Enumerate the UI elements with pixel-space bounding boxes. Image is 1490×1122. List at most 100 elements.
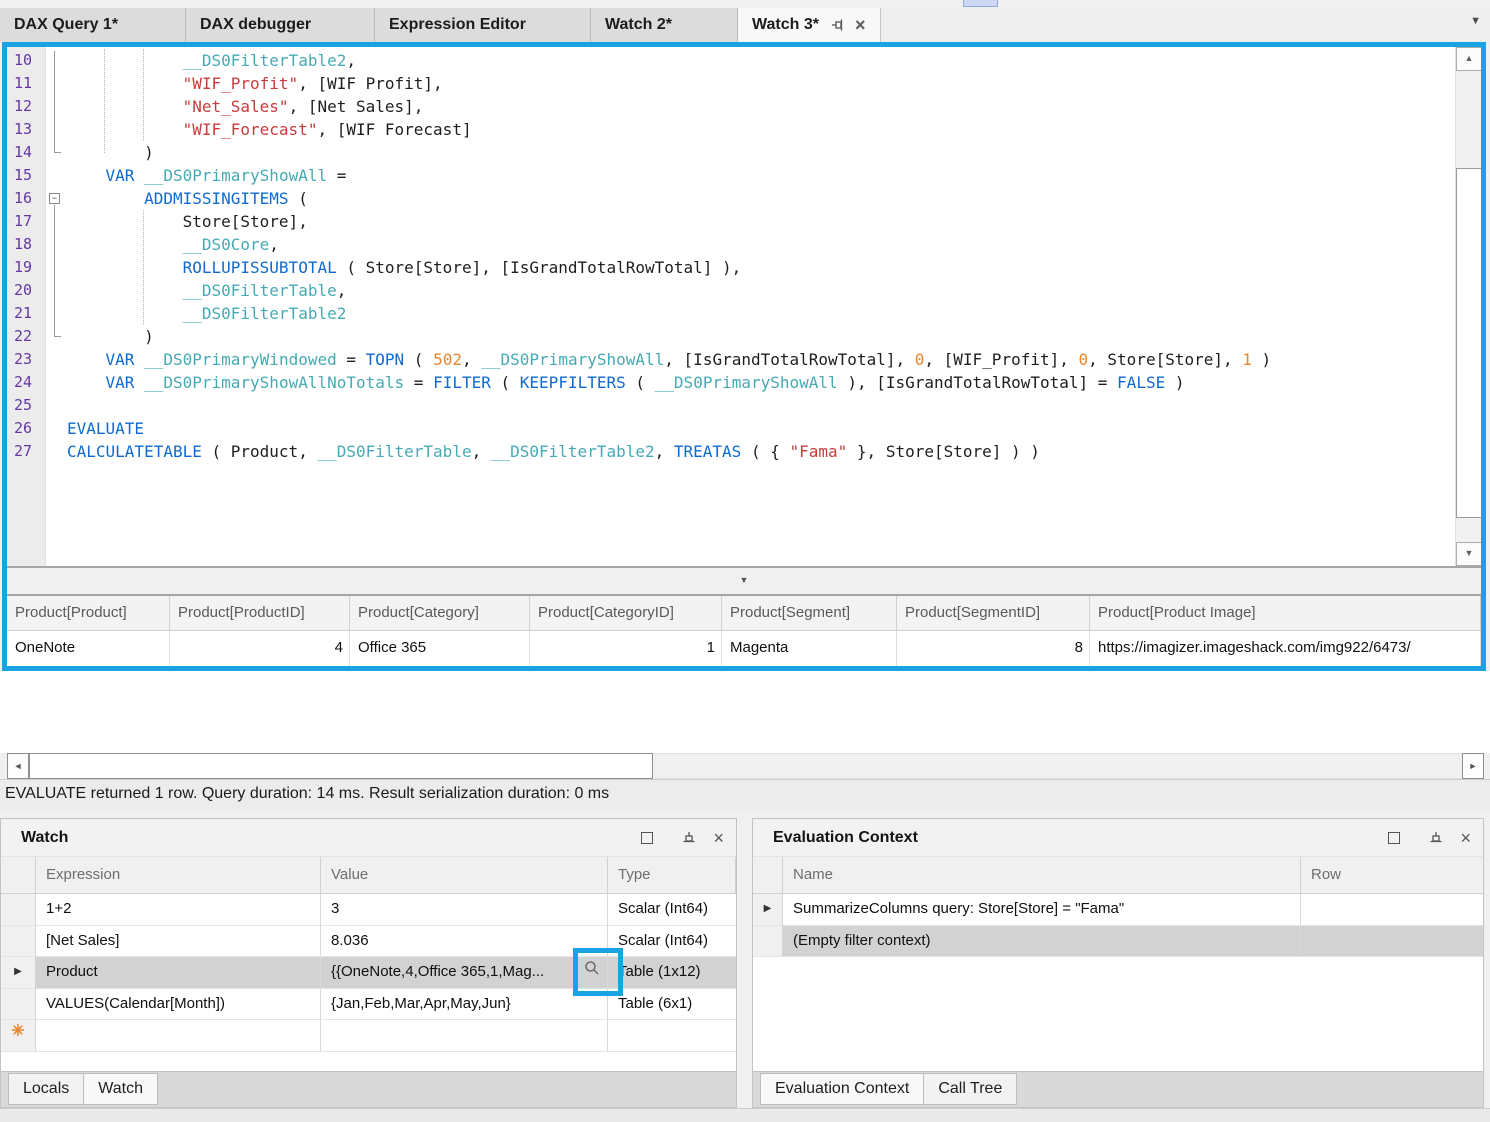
line-number: 17 [7, 210, 45, 233]
tab-list-dropdown-icon[interactable]: ▼ [1470, 15, 1481, 27]
close-icon[interactable]: × [713, 828, 724, 849]
code-text: ADDMISSINGITEMS ( [63, 187, 308, 210]
evaluation-context-row[interactable]: (Empty filter context) [753, 926, 1483, 958]
evaluation-context-panel: Evaluation Context × NameRow ▶SummarizeC… [752, 818, 1484, 1108]
close-icon[interactable]: × [1460, 828, 1471, 849]
new-watch-row-gutter [1, 1020, 36, 1052]
watch-row[interactable]: VALUES(Calendar[Month]){Jan,Feb,Mar,Apr,… [1, 989, 736, 1021]
code-line: 23 VAR __DS0PrimaryWindowed = TOPN ( 502… [7, 348, 1481, 371]
dax-code-editor[interactable]: 10 __DS0FilterTable2,11 "WIF_Profit", [W… [7, 47, 1481, 566]
watch-column-header-value: Value [321, 857, 608, 893]
magnifier-button[interactable] [576, 957, 608, 989]
splitter-arrow-icon: ▼ [740, 575, 749, 585]
evaluation-context-panel-tabs: Evaluation ContextCall Tree [753, 1071, 1483, 1107]
close-icon[interactable]: × [855, 18, 866, 32]
doc-tab-watch-3[interactable]: Watch 3*× [738, 8, 881, 42]
editor-results-splitter[interactable]: ▼ [7, 566, 1481, 596]
vertical-scrollbar-thumb[interactable] [1456, 168, 1481, 518]
watch-panel-tabs: LocalsWatch [1, 1071, 736, 1107]
code-lines: 10 __DS0FilterTable2,11 "WIF_Profit", [W… [7, 49, 1481, 463]
watch-row[interactable]: [Net Sales]8.036Scalar (Int64) [1, 926, 736, 958]
eval-row-cell [1301, 894, 1483, 926]
line-number: 25 [7, 394, 45, 417]
watch-expression-cell[interactable] [36, 1020, 321, 1052]
doc-tab-dax-query-1[interactable]: DAX Query 1* [0, 8, 186, 42]
toolbar-highlighted-button[interactable] [963, 0, 998, 7]
watch-row[interactable]: ▶Product{{OneNote,4,Office 365,1,Mag...T… [1, 957, 736, 989]
eval-panel-tab-call-tree[interactable]: Call Tree [923, 1073, 1017, 1105]
line-number: 23 [7, 348, 45, 371]
code-line: 18 __DS0Core, [7, 233, 1481, 256]
watch-panel-tab-locals[interactable]: Locals [8, 1073, 84, 1105]
watch-grid-rows: 1+23Scalar (Int64)[Net Sales]8.036Scalar… [1, 894, 736, 1052]
line-number: 19 [7, 256, 45, 279]
watch-panel-tab-watch[interactable]: Watch [83, 1073, 158, 1105]
doc-tab-label: Watch 2* [605, 16, 672, 34]
editor-vertical-scrollbar[interactable]: ▲ ▼ [1455, 47, 1481, 566]
watch-row-gutter [1, 926, 36, 958]
line-number: 10 [7, 49, 45, 72]
results-column-header-product-productid: Product[ProductID] [170, 596, 350, 631]
watch-row-gutter [1, 894, 36, 926]
code-text: "WIF_Profit", [WIF Profit], [63, 72, 443, 95]
watch-column-header-type: Type [608, 857, 736, 893]
query-results-grid: Product[Product]Product[ProductID]Produc… [7, 596, 1481, 666]
fold-margin [45, 348, 63, 371]
doc-tab-label: DAX debugger [200, 16, 311, 34]
eval-header-gutter [753, 857, 783, 893]
scroll-down-icon[interactable]: ▼ [1456, 542, 1481, 566]
watch-value-cell[interactable]: 8.036 [321, 926, 608, 958]
code-line: 19 ROLLUPISSUBTOTAL ( Store[Store], [IsG… [7, 256, 1481, 279]
code-text: VAR __DS0PrimaryShowAll = [63, 164, 346, 187]
doc-tab-dax-debugger[interactable]: DAX debugger [186, 8, 375, 42]
watch-expression-cell[interactable]: 1+2 [36, 894, 321, 926]
fold-margin [45, 164, 63, 187]
watch-row[interactable]: 1+23Scalar (Int64) [1, 894, 736, 926]
line-number: 21 [7, 302, 45, 325]
watch-expression-cell[interactable]: Product [36, 957, 321, 989]
eval-row-gutter: ▶ [753, 894, 783, 926]
results-cell: 1 [530, 631, 722, 666]
code-line: 24 VAR __DS0PrimaryShowAllNoTotals = FIL… [7, 371, 1481, 394]
watch-expression-cell[interactable]: [Net Sales] [36, 926, 321, 958]
results-header-row: Product[Product]Product[ProductID]Produc… [7, 596, 1481, 631]
fold-collapse-icon[interactable]: − [49, 193, 60, 204]
code-line: 25 [7, 394, 1481, 417]
doc-tab-watch-2[interactable]: Watch 2* [591, 8, 738, 42]
results-horizontal-scrollbar[interactable]: ◄ ► [0, 753, 1490, 779]
highlighted-editor-region: 10 __DS0FilterTable2,11 "WIF_Profit", [W… [2, 42, 1486, 671]
doc-tab-expression-editor[interactable]: Expression Editor [375, 8, 591, 42]
results-data-row[interactable]: OneNote4Office 3651Magenta8https://imagi… [7, 631, 1481, 666]
watch-value-cell[interactable]: {Jan,Feb,Mar,Apr,May,Jun} [321, 989, 608, 1021]
watch-value-cell[interactable] [321, 1020, 608, 1052]
pin-icon[interactable] [831, 18, 845, 32]
maximize-icon[interactable] [641, 832, 653, 844]
watch-grid-header: ExpressionValueType [1, 857, 736, 894]
watch-row[interactable] [1, 1020, 736, 1052]
horizontal-scrollbar-thumb[interactable] [29, 753, 653, 779]
scroll-left-icon[interactable]: ◄ [7, 753, 29, 779]
code-line: 11 "WIF_Profit", [WIF Profit], [7, 72, 1481, 95]
code-text: __DS0FilterTable, [63, 279, 346, 302]
code-line: 10 __DS0FilterTable2, [7, 49, 1481, 72]
eval-panel-tab-evaluation-context[interactable]: Evaluation Context [760, 1073, 924, 1105]
line-number: 11 [7, 72, 45, 95]
code-line: 22 ) [7, 325, 1481, 348]
fold-margin [45, 417, 63, 440]
code-text: VAR __DS0PrimaryWindowed = TOPN ( 502, _… [63, 348, 1271, 371]
code-text: CALCULATETABLE ( Product, __DS0FilterTab… [63, 440, 1040, 463]
scroll-right-icon[interactable]: ► [1462, 753, 1484, 779]
pin-icon[interactable] [682, 831, 696, 845]
line-number: 27 [7, 440, 45, 463]
code-text: __DS0FilterTable2 [63, 302, 346, 325]
watch-value-cell[interactable]: {{OneNote,4,Office 365,1,Mag... [321, 957, 576, 989]
watch-expression-cell[interactable]: VALUES(Calendar[Month]) [36, 989, 321, 1021]
line-number: 20 [7, 279, 45, 302]
evaluation-context-row[interactable]: ▶SummarizeColumns query: Store[Store] = … [753, 894, 1483, 926]
maximize-icon[interactable] [1388, 832, 1400, 844]
results-column-header-product-category: Product[Category] [350, 596, 530, 631]
code-text: "Net_Sales", [Net Sales], [63, 95, 423, 118]
pin-icon[interactable] [1429, 831, 1443, 845]
watch-value-cell[interactable]: 3 [321, 894, 608, 926]
scroll-up-icon[interactable]: ▲ [1456, 47, 1481, 71]
